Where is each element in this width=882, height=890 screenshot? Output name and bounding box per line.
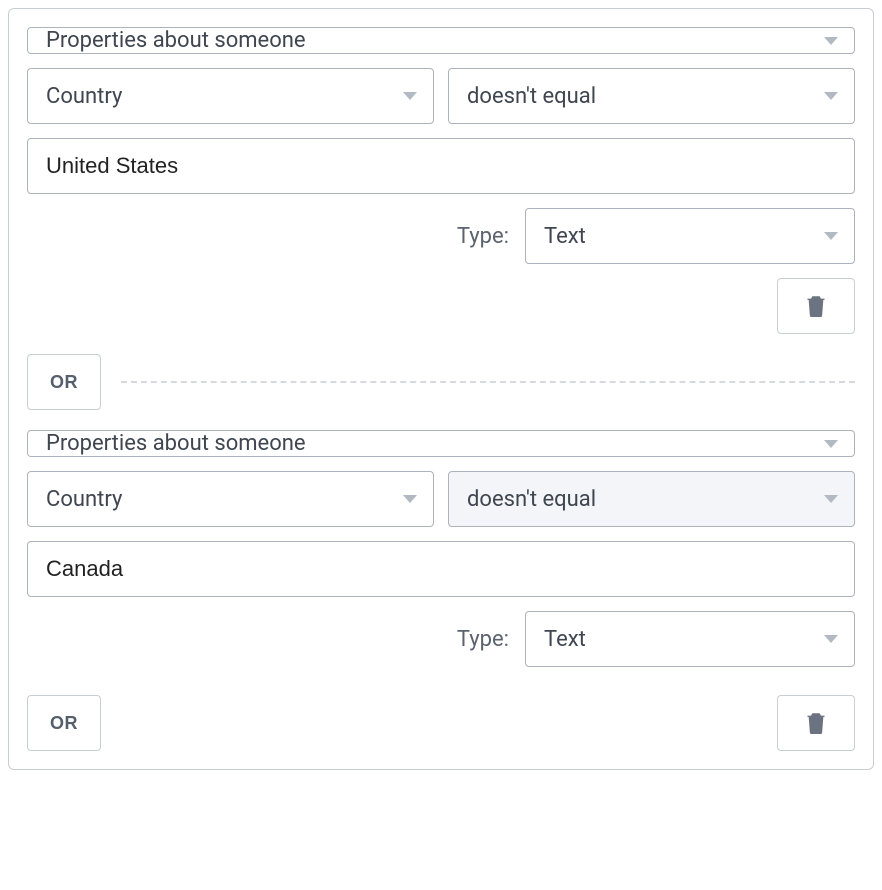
type-label: Type: (457, 627, 509, 652)
type-select-value: Text (544, 627, 586, 652)
divider-line (121, 381, 855, 383)
chevron-down-icon (824, 635, 838, 643)
category-select[interactable]: Properties about someone (27, 27, 855, 54)
or-button[interactable]: OR (27, 354, 101, 410)
or-button-label: OR (50, 713, 78, 733)
property-select-value: Country (46, 487, 122, 512)
type-row: Type: Text (27, 611, 855, 667)
property-select[interactable]: Country (27, 471, 434, 527)
property-select-value: Country (46, 84, 122, 109)
action-row: OR (27, 695, 855, 751)
chevron-down-icon (824, 37, 838, 45)
chevron-down-icon (824, 232, 838, 240)
chevron-down-icon (403, 92, 417, 100)
category-select-value: Properties about someone (46, 431, 306, 456)
property-select[interactable]: Country (27, 68, 434, 124)
or-button[interactable]: OR (27, 695, 101, 751)
type-row: Type: Text (27, 208, 855, 264)
chevron-down-icon (824, 495, 838, 503)
chevron-down-icon (403, 495, 417, 503)
value-input[interactable] (27, 138, 855, 194)
delete-button[interactable] (777, 695, 855, 751)
type-select-value: Text (544, 224, 586, 249)
filter-container: Properties about someone Country doesn't… (8, 8, 874, 770)
operator-select[interactable]: doesn't equal (448, 68, 855, 124)
or-button-label: OR (50, 372, 78, 392)
condition-group: Properties about someone Country doesn't… (27, 27, 855, 334)
category-select-value: Properties about someone (46, 28, 306, 53)
value-input[interactable] (27, 541, 855, 597)
operator-select[interactable]: doesn't equal (448, 471, 855, 527)
type-select[interactable]: Text (525, 611, 855, 667)
type-select[interactable]: Text (525, 208, 855, 264)
action-row (27, 278, 855, 334)
operator-select-value: doesn't equal (467, 84, 596, 109)
trash-icon (807, 295, 825, 317)
delete-button[interactable] (777, 278, 855, 334)
category-select[interactable]: Properties about someone (27, 430, 855, 457)
operator-select-value: doesn't equal (467, 487, 596, 512)
or-divider: OR (27, 354, 855, 410)
property-operator-row: Country doesn't equal (27, 471, 855, 527)
chevron-down-icon (824, 440, 838, 448)
property-operator-row: Country doesn't equal (27, 68, 855, 124)
type-label: Type: (457, 224, 509, 249)
trash-icon (807, 712, 825, 734)
chevron-down-icon (824, 92, 838, 100)
condition-group: Properties about someone Country doesn't… (27, 430, 855, 751)
